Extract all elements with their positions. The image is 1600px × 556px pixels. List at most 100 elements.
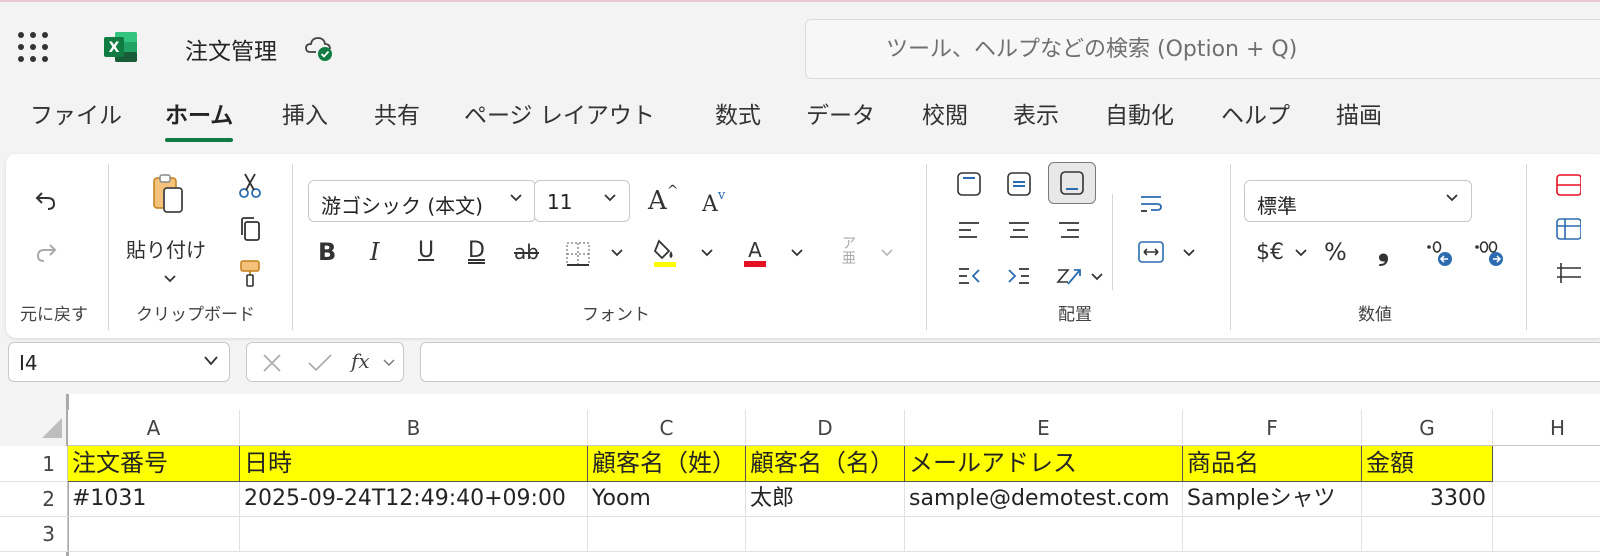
- increase-decimal-icon[interactable]: [1420, 236, 1460, 272]
- conditional-format-icon[interactable]: [1552, 170, 1582, 200]
- tab-page-layout[interactable]: ページ レイアウト: [464, 96, 655, 142]
- cell-d3[interactable]: [746, 517, 905, 552]
- tab-automate[interactable]: 自動化: [1105, 96, 1174, 142]
- cell-h2[interactable]: [1493, 482, 1600, 517]
- merge-chevron-down-icon[interactable]: [1182, 248, 1196, 258]
- column-header-e[interactable]: E: [905, 410, 1183, 446]
- phonetic-guide-button[interactable]: ア 亜: [832, 234, 866, 270]
- tab-help[interactable]: ヘルプ: [1221, 96, 1290, 142]
- cell-b1[interactable]: 日時: [240, 446, 588, 482]
- cell-styles-icon[interactable]: [1552, 258, 1582, 288]
- column-header-f[interactable]: F: [1183, 410, 1362, 446]
- cell-d1[interactable]: 顧客名（名）: [746, 446, 905, 482]
- paste-chevron-down-icon[interactable]: [163, 274, 177, 284]
- merge-center-icon[interactable]: [1130, 232, 1172, 272]
- app-launcher-icon[interactable]: [18, 32, 48, 62]
- fx-chevron-down-icon[interactable]: [383, 359, 395, 367]
- underline-button[interactable]: U: [418, 238, 434, 263]
- bold-button[interactable]: B: [318, 238, 336, 266]
- cell-b3[interactable]: [240, 517, 588, 552]
- shrink-font-button[interactable]: Av: [702, 188, 725, 217]
- name-box[interactable]: I4: [8, 342, 230, 382]
- cell-a3[interactable]: [68, 517, 240, 552]
- insert-function-button[interactable]: fx: [351, 349, 370, 373]
- currency-button[interactable]: $€: [1256, 240, 1284, 265]
- tab-data[interactable]: データ: [806, 96, 875, 142]
- cell-g1[interactable]: 金額: [1362, 446, 1493, 482]
- tab-home[interactable]: ホーム: [165, 96, 234, 142]
- font-color-chevron-down-icon[interactable]: [790, 248, 804, 258]
- currency-chevron-down-icon[interactable]: [1294, 248, 1308, 258]
- align-middle-icon[interactable]: [998, 164, 1040, 204]
- cell-d2[interactable]: 太郎: [746, 482, 905, 517]
- cloud-saved-icon[interactable]: [304, 34, 336, 64]
- borders-icon[interactable]: [562, 238, 594, 270]
- cell-h3[interactable]: [1493, 517, 1600, 552]
- cell-g3[interactable]: [1362, 517, 1493, 552]
- column-header-d[interactable]: D: [746, 410, 905, 446]
- borders-chevron-down-icon[interactable]: [610, 248, 624, 258]
- wrap-text-icon[interactable]: [1130, 184, 1172, 224]
- font-size-dropdown[interactable]: 11: [534, 180, 630, 222]
- orientation-icon[interactable]: [1048, 256, 1090, 296]
- tab-file[interactable]: ファイル: [30, 96, 122, 142]
- fill-color-icon[interactable]: [648, 236, 682, 270]
- font-color-icon[interactable]: A: [738, 234, 772, 270]
- column-header-c[interactable]: C: [588, 410, 746, 446]
- paste-button[interactable]: 貼り付け: [126, 234, 206, 263]
- column-header-b[interactable]: B: [240, 410, 588, 446]
- format-table-icon[interactable]: [1552, 214, 1582, 244]
- document-title[interactable]: 注文管理: [185, 32, 277, 66]
- cell-g2[interactable]: 3300: [1362, 482, 1493, 517]
- cell-b2[interactable]: 2025-09-24T12:49:40+09:00: [240, 482, 588, 517]
- undo-icon[interactable]: [28, 182, 64, 218]
- row-header-3[interactable]: 3: [0, 517, 68, 552]
- cell-c3[interactable]: [588, 517, 746, 552]
- tab-view[interactable]: 表示: [1013, 96, 1059, 142]
- cell-a1[interactable]: 注文番号: [68, 446, 240, 482]
- font-name-dropdown[interactable]: 游ゴシック (本文): [308, 180, 536, 222]
- cancel-icon[interactable]: [261, 352, 283, 374]
- row-header-2[interactable]: 2: [0, 482, 68, 517]
- redo-icon[interactable]: [28, 234, 64, 270]
- cell-e2[interactable]: sample@demotest.com: [905, 482, 1183, 517]
- select-all-corner[interactable]: [0, 394, 68, 446]
- cell-h1[interactable]: [1493, 446, 1600, 482]
- orientation-chevron-down-icon[interactable]: [1090, 272, 1104, 282]
- search-input[interactable]: [886, 34, 1546, 64]
- align-left-icon[interactable]: [948, 210, 990, 250]
- cell-c2[interactable]: Yoom: [588, 482, 746, 517]
- align-top-icon[interactable]: [948, 164, 990, 204]
- column-header-g[interactable]: G: [1362, 410, 1493, 446]
- italic-button[interactable]: I: [370, 238, 379, 266]
- phonetic-chevron-down-icon[interactable]: [880, 248, 894, 258]
- tab-draw[interactable]: 描画: [1336, 96, 1382, 142]
- decrease-indent-icon[interactable]: [948, 256, 990, 296]
- fill-color-chevron-down-icon[interactable]: [700, 248, 714, 258]
- cell-f1[interactable]: 商品名: [1183, 446, 1362, 482]
- search-box[interactable]: [805, 19, 1600, 79]
- align-center-icon[interactable]: [998, 210, 1040, 250]
- align-bottom-icon[interactable]: [1048, 162, 1096, 204]
- tab-insert[interactable]: 挿入: [282, 96, 328, 142]
- number-format-dropdown[interactable]: 標準: [1244, 180, 1472, 222]
- tab-formulas[interactable]: 数式: [715, 96, 761, 142]
- formula-input[interactable]: [420, 342, 1600, 382]
- double-underline-button[interactable]: D: [468, 238, 485, 263]
- decrease-decimal-icon[interactable]: [1470, 236, 1510, 272]
- grow-font-button[interactable]: A^: [648, 183, 679, 216]
- percent-button[interactable]: %: [1324, 238, 1347, 266]
- copy-icon[interactable]: [232, 212, 268, 246]
- paste-icon[interactable]: [148, 170, 190, 216]
- strikethrough-button[interactable]: ab: [514, 240, 539, 264]
- align-right-icon[interactable]: [1048, 210, 1090, 250]
- tab-share[interactable]: 共有: [374, 96, 420, 142]
- cell-e1[interactable]: メールアドレス: [905, 446, 1183, 482]
- increase-indent-icon[interactable]: [998, 256, 1040, 296]
- comma-style-button[interactable]: ❟: [1378, 234, 1389, 268]
- column-header-a[interactable]: A: [68, 410, 240, 446]
- cell-f3[interactable]: [1183, 517, 1362, 552]
- format-painter-icon[interactable]: [232, 256, 268, 290]
- cut-icon[interactable]: [232, 168, 268, 202]
- column-header-h[interactable]: H: [1493, 410, 1600, 446]
